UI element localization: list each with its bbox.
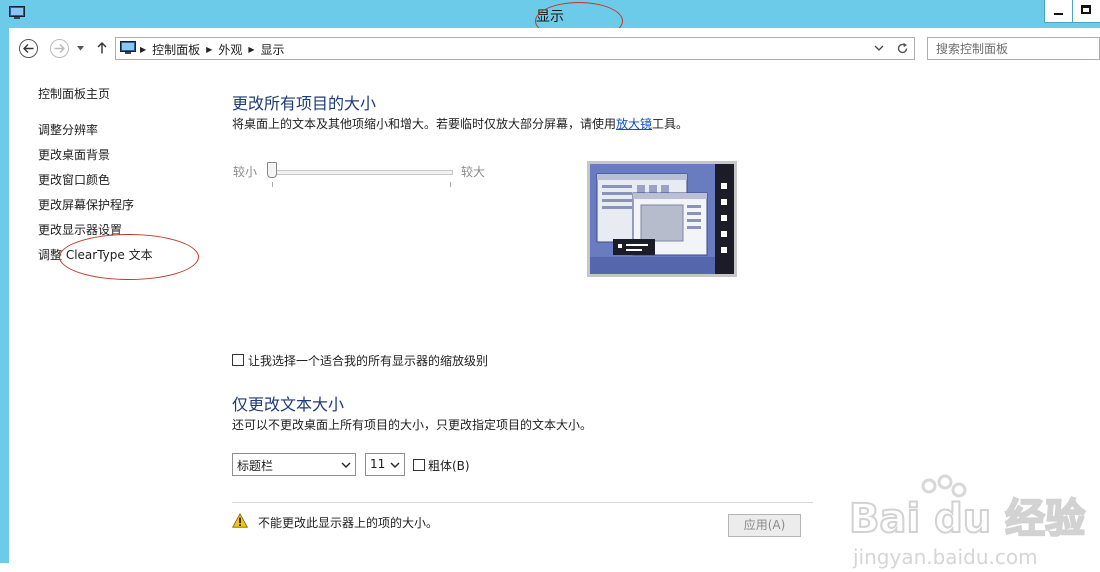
slider-tick <box>450 182 451 187</box>
warning-icon <box>232 513 248 528</box>
window-content: ▶ 控制面板 ▶ 外观 ▶ 显示 控制面板主页 调整分辨率 更改桌面背景 更改窗… <box>9 28 1100 569</box>
sidebar-item-window-color[interactable]: 更改窗口颜色 <box>38 170 153 195</box>
size-slider-track[interactable] <box>271 170 453 175</box>
forward-arrow-icon <box>54 44 65 53</box>
minimize-button[interactable] <box>1044 0 1072 23</box>
size-desc-text: 将桌面上的文本及其他项缩小和增大。若要临时仅放大部分屏幕，请使用 <box>232 117 617 131</box>
bold-checkbox[interactable] <box>413 459 425 471</box>
chevron-right-icon: ▶ <box>206 45 213 54</box>
chevron-down-icon <box>390 462 400 468</box>
magnifier-link[interactable]: 放大镜 <box>616 117 652 131</box>
slider-min-label: 较小 <box>233 165 258 179</box>
size-section-description: 将桌面上的文本及其他项缩小和增大。若要临时仅放大部分屏幕，请使用放大镜工具。 <box>232 115 688 132</box>
slider-max-label: 较大 <box>461 165 486 179</box>
footer-divider <box>232 502 813 503</box>
size-slider-thumb[interactable] <box>267 162 277 178</box>
breadcrumb-appearance[interactable]: 外观 <box>218 41 242 58</box>
chevron-right-icon: ▶ <box>248 45 255 54</box>
text-section-heading: 仅更改文本大小 <box>232 395 345 414</box>
annotation-oval-screen-saver <box>59 234 199 280</box>
chevron-down-icon <box>341 462 351 468</box>
maximize-icon <box>1081 5 1091 14</box>
refresh-icon[interactable] <box>896 42 909 55</box>
title-bar: 显示 <box>0 0 1100 40</box>
control-panel-icon <box>120 41 136 54</box>
back-button[interactable] <box>19 39 38 58</box>
maximize-button[interactable] <box>1072 0 1100 23</box>
sidebar-item-desktop-background[interactable]: 更改桌面背景 <box>38 145 153 170</box>
recent-pages-icon[interactable] <box>77 46 84 51</box>
warning-text: 不能更改此显示器上的项的大小。 <box>258 516 439 530</box>
slider-tick <box>272 182 273 187</box>
back-arrow-icon <box>23 44 34 53</box>
chevron-right-icon: ▶ <box>140 45 147 54</box>
search-box[interactable] <box>927 37 1100 60</box>
baidu-jingyan-watermark: Bai du 经验 jingyan.baidu.com <box>848 474 1086 569</box>
text-section-description: 还可以不更改桌面上所有项目的大小，只更改指定项目的文本大小。 <box>232 418 593 432</box>
sidebar-home-link[interactable]: 控制面板主页 <box>38 85 110 102</box>
breadcrumb-display[interactable]: 显示 <box>261 41 285 58</box>
chevron-down-icon[interactable] <box>874 45 884 52</box>
minimize-icon <box>1054 13 1063 15</box>
navigation-bar: ▶ 控制面板 ▶ 外观 ▶ 显示 <box>9 28 1100 68</box>
svg-text:Bai du 经验: Bai du 经验 <box>849 496 1085 542</box>
address-bar[interactable]: ▶ 控制面板 ▶ 外观 ▶ 显示 <box>115 37 915 60</box>
breadcrumb-control-panel[interactable]: 控制面板 <box>152 41 200 58</box>
up-arrow-icon[interactable] <box>97 42 107 54</box>
search-input[interactable] <box>936 39 1086 58</box>
apply-button[interactable]: 应用(A) <box>728 514 801 537</box>
bold-label[interactable]: 粗体(B) <box>428 457 470 474</box>
size-desc-tail: 工具。 <box>652 117 689 131</box>
window-left-frame <box>0 28 9 563</box>
item-type-value: 标题栏 <box>237 459 274 473</box>
item-type-select[interactable]: 标题栏 <box>232 453 356 476</box>
forward-button[interactable] <box>50 39 69 58</box>
svg-text:jingyan.baidu.com: jingyan.baidu.com <box>852 545 1038 569</box>
sidebar-item-screen-saver[interactable]: 更改屏幕保护程序 <box>38 195 153 220</box>
sidebar-item-adjust-resolution[interactable]: 调整分辨率 <box>38 120 153 145</box>
font-size-select[interactable]: 11 <box>365 453 405 476</box>
font-size-value: 11 <box>370 457 386 471</box>
custom-scaling-label[interactable]: 让我选择一个适合我的所有显示器的缩放级别 <box>248 352 488 369</box>
custom-scaling-checkbox[interactable] <box>232 354 244 366</box>
display-preview-image <box>587 161 737 277</box>
size-section-heading: 更改所有项目的大小 <box>232 94 377 113</box>
